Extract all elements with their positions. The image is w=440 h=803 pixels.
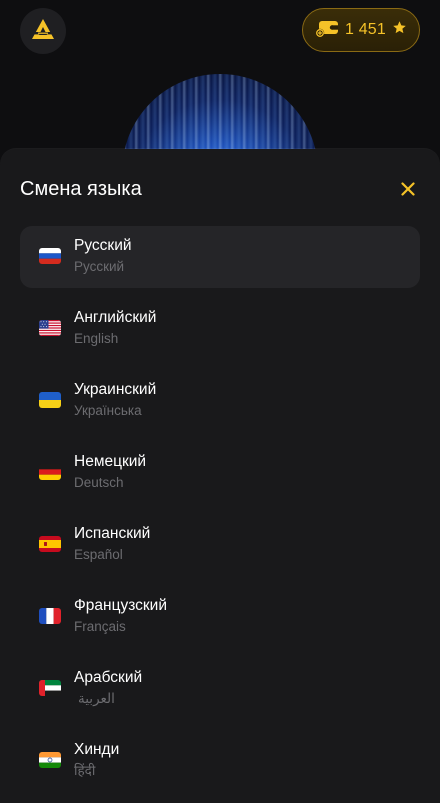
language-name: Испанский bbox=[74, 525, 151, 542]
language-name: Французский bbox=[74, 597, 167, 614]
language-name: Украинский bbox=[74, 381, 157, 398]
language-name: Русский bbox=[74, 237, 132, 254]
language-item-russian[interactable]: Русский Русский bbox=[20, 226, 420, 288]
language-list: Русский Русский Английский English Украи… bbox=[20, 226, 420, 802]
language-name: Немецкий bbox=[74, 453, 147, 470]
language-native-name: हिंदी bbox=[74, 763, 96, 778]
language-item-arabic[interactable]: Арабский العربية bbox=[20, 658, 420, 720]
language-native-name: Русский bbox=[74, 259, 125, 274]
language-name: Английский bbox=[74, 309, 157, 326]
language-native-name: Español bbox=[74, 547, 123, 562]
balance-pill[interactable]: 1 451 bbox=[302, 8, 420, 52]
language-native-name: English bbox=[74, 331, 119, 346]
sheet-title: Смена языка bbox=[20, 178, 142, 200]
app-logo-triangle-icon bbox=[31, 18, 55, 45]
star-icon bbox=[392, 20, 407, 40]
language-item-hindi[interactable]: Хинди हिंदी bbox=[20, 730, 420, 792]
flag-russia-icon bbox=[39, 248, 61, 264]
ticket-plus-icon bbox=[315, 18, 339, 43]
flag-france-icon bbox=[39, 608, 61, 624]
language-item-german[interactable]: Немецкий Deutsch bbox=[20, 442, 420, 504]
page: 1 451 Смена языка Русский Русский Англий… bbox=[0, 0, 440, 803]
language-item-french[interactable]: Французский Français bbox=[20, 586, 420, 648]
flag-spain-icon bbox=[39, 536, 61, 552]
language-item-ukrainian[interactable]: Украинский Українська bbox=[20, 370, 420, 432]
language-native-name: Українська bbox=[74, 403, 142, 418]
flag-usa-icon bbox=[39, 320, 61, 336]
close-button[interactable] bbox=[396, 179, 420, 203]
flag-germany-icon bbox=[39, 464, 61, 480]
flag-india-icon bbox=[39, 752, 61, 768]
balance-value: 1 451 bbox=[344, 21, 387, 38]
language-item-spanish[interactable]: Испанский Español bbox=[20, 514, 420, 576]
language-item-english[interactable]: Английский English bbox=[20, 298, 420, 360]
app-logo-button[interactable] bbox=[20, 8, 66, 54]
flag-uae-icon bbox=[39, 680, 61, 696]
close-icon bbox=[401, 181, 415, 201]
language-native-name: Deutsch bbox=[74, 475, 124, 490]
language-native-name: العربية bbox=[78, 691, 115, 706]
language-native-name: Français bbox=[74, 619, 126, 634]
language-name: Арабский bbox=[74, 669, 143, 686]
flag-ukraine-icon bbox=[39, 392, 61, 408]
language-name: Хинди bbox=[74, 741, 120, 758]
language-sheet: Смена языка Русский Русский Английский E… bbox=[0, 149, 440, 803]
